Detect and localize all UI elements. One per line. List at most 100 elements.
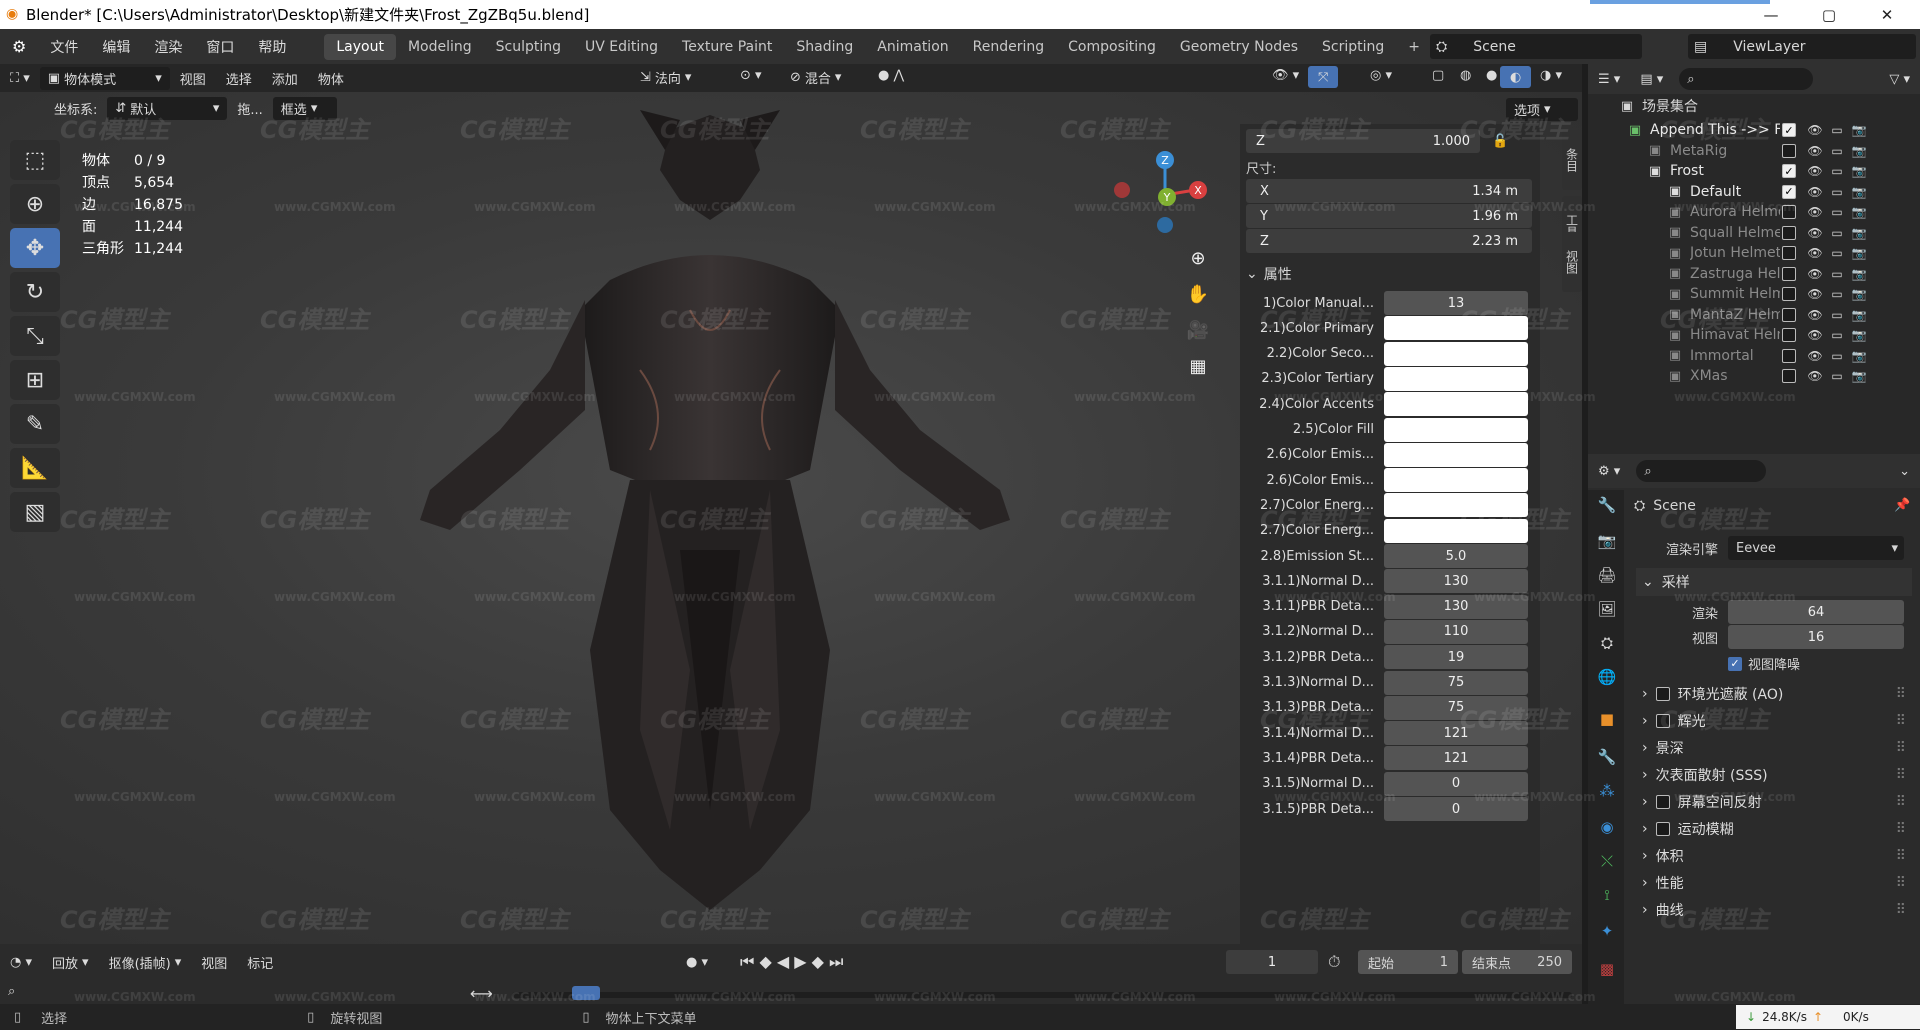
menu-help[interactable]: 帮助 [246,37,298,57]
exclude-checkbox[interactable] [1782,328,1796,342]
transform-tool-icon[interactable]: ⊞ [10,360,60,400]
close-button[interactable]: ✕ [1864,0,1910,29]
attribute-value-field[interactable]: 13 [1384,291,1528,315]
color-swatch[interactable] [1384,316,1528,341]
grid-view-icon[interactable]: ▦ [1182,350,1214,382]
measure-tool-icon[interactable]: 📐 [10,448,60,488]
sampling-header[interactable]: ⌄ 采样 [1636,568,1912,596]
tab-layout[interactable]: Layout [324,33,396,60]
camera-icon[interactable]: 📷 [1850,265,1868,283]
eye-icon[interactable]: 👁 [1806,265,1824,283]
eye-icon[interactable]: 👁 [1806,326,1824,344]
exclude-checkbox[interactable] [1782,307,1796,322]
shading-rendered-button[interactable]: ◑ ▾ [1530,68,1572,83]
exclude-checkbox[interactable]: ✓ [1782,123,1796,137]
mode-dropdown[interactable]: ▣ 物体模式 ▾ [39,66,170,90]
end-frame-field[interactable]: 结束点 250 [1462,950,1572,974]
horizontal-arrows-icon[interactable]: ⟷ [470,984,493,1003]
tab-sculpting[interactable]: Sculpting [484,34,573,60]
tab-view[interactable]: 视图 [1562,232,1582,292]
color-swatch[interactable] [1384,442,1528,467]
drag-handle-icon[interactable]: ⠿ [1896,902,1906,918]
tab-compositing[interactable]: Compositing [1056,34,1168,60]
bone-tab-icon[interactable]: ✦ [1596,920,1618,942]
timeline-scrollbar[interactable] [512,992,1572,998]
tab-texture-paint[interactable]: Texture Paint [670,34,784,60]
tool-tab-icon[interactable]: 🔧 [1596,494,1618,516]
render-section-header[interactable]: › 运动模糊 ⠿ [1636,815,1912,843]
exclude-checkbox[interactable]: ✓ [1782,164,1796,178]
eye-icon[interactable]: 👁 [1806,224,1824,242]
render-section-header[interactable]: › 性能 ⠿ [1636,869,1912,897]
monitor-icon[interactable]: ▭ [1828,224,1846,242]
menu-object[interactable]: 物体 [308,69,354,88]
eye-icon[interactable]: 👁 [1806,306,1824,324]
attribute-value-field[interactable]: 75 [1384,695,1528,720]
camera-icon[interactable]: 📷 [1850,142,1868,160]
annotate-tool-icon[interactable]: ✎ [10,404,60,444]
render-section-header[interactable]: › 次表面散射 (SSS) ⠿ [1636,761,1912,789]
eye-icon[interactable]: 👁 [1806,162,1824,180]
attribute-value-field[interactable]: 130 [1384,594,1528,619]
color-swatch[interactable] [1384,366,1528,391]
snap-dropdown[interactable]: ⊘ 混合 ▾ [780,68,851,87]
render-engine-dropdown[interactable]: Eevee ▾ [1728,536,1904,560]
camera-icon[interactable]: 📷 [1850,162,1868,180]
scene-selector[interactable]: ⛭ Scene [1430,34,1642,59]
gizmo-toggle-button[interactable]: ⤧ [1308,66,1339,88]
display-mode-icon[interactable]: ▤ ▾ [1630,72,1673,87]
attributes-header[interactable]: ⌄ 属性 [1246,264,1292,284]
dim-x-field[interactable]: X 1.34 m [1246,179,1532,203]
camera-icon[interactable]: 📷 [1850,244,1868,262]
monitor-icon[interactable]: ▭ [1828,203,1846,221]
render-samples-field[interactable]: 64 [1728,600,1904,624]
add-workspace-button[interactable]: + [1396,34,1432,60]
world-tab-icon[interactable]: 🌐 [1596,666,1618,688]
menu-file[interactable]: 文件 [38,37,90,57]
texture-tab-icon[interactable]: ▩ [1596,958,1618,980]
filter-icon[interactable]: ▽ ▾ [1879,72,1920,87]
drag-handle-icon[interactable]: ⠿ [1896,794,1906,810]
color-swatch[interactable] [1384,468,1528,493]
exclude-checkbox[interactable]: ✓ [1782,184,1796,199]
render-section-header[interactable]: › 辉光 ⠿ [1636,707,1912,735]
minimize-button[interactable]: — [1748,0,1794,29]
attribute-value-field[interactable]: 75 [1384,670,1528,695]
outliner-editor-icon[interactable]: ☰ ▾ [1588,72,1630,87]
render-tab-icon[interactable]: 📷 [1596,530,1618,552]
menu-edit[interactable]: 编辑 [90,37,142,57]
dim-z-field[interactable]: Z 2.23 m [1246,229,1532,253]
drag-handle-icon[interactable]: ⠿ [1896,875,1906,891]
exclude-checkbox[interactable] [1782,348,1796,363]
monitor-icon[interactable]: ▭ [1828,347,1846,365]
attribute-value-field[interactable]: 121 [1384,746,1528,771]
eye-icon[interactable]: 👁 [1806,367,1824,385]
start-frame-field[interactable]: 起始 1 [1358,950,1458,974]
eye-icon[interactable]: 👁 [1806,244,1824,262]
exclude-checkbox[interactable] [1782,205,1796,219]
playback-controls[interactable]: ⏮ ◆ ◀ ▶ ◆ ⏭ [730,952,853,972]
data-tab-icon[interactable]: ⟟ [1596,884,1618,906]
viewlayer-selector[interactable]: ▤ ViewLayer [1688,34,1916,59]
timeline-view-menu[interactable]: 视图 [191,953,237,972]
menu-view[interactable]: 视图 [170,69,216,88]
orientation-dropdown[interactable]: ⇲ 法向 ▾ [630,68,701,87]
render-section-header[interactable]: › 景深 ⠿ [1636,734,1912,762]
section-enable-checkbox[interactable] [1655,822,1670,836]
section-enable-checkbox[interactable] [1655,795,1670,809]
drag-handle-icon[interactable]: ⠿ [1896,821,1906,837]
exclude-checkbox[interactable] [1782,143,1796,158]
tab-item[interactable]: 条目 [1562,130,1582,190]
outliner-search[interactable]: ⌕ [1679,68,1814,90]
camera-icon[interactable]: 📷 [1850,121,1868,139]
modifiers-tab-icon[interactable]: 🔧 [1596,746,1618,768]
attribute-value-field[interactable]: 121 [1384,721,1528,746]
render-section-header[interactable]: › 环境光遮蔽 (AO) ⠿ [1636,680,1912,708]
tab-shading[interactable]: Shading [784,34,865,60]
monitor-icon[interactable]: ▭ [1828,265,1846,283]
view-layer-tab-icon[interactable]: 🖼 [1596,598,1618,620]
tab-animation[interactable]: Animation [865,34,960,60]
current-frame-field[interactable]: 1 [1226,950,1318,974]
monitor-icon[interactable]: ▭ [1828,142,1846,160]
marker-menu[interactable]: 标记 [237,953,283,972]
